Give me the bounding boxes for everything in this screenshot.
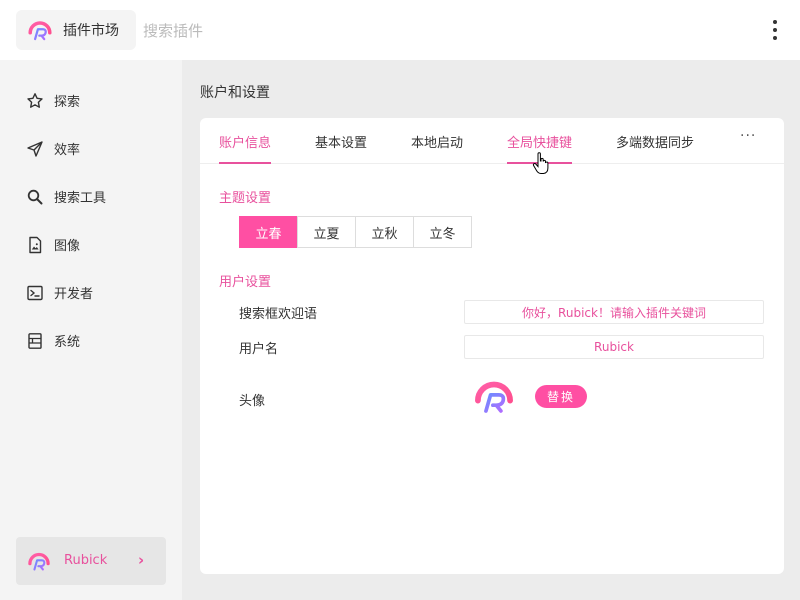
settings-card: 账户信息 基本设置 本地启动 全局快捷键 多端数据同步 ··· 主题设置 立春 …: [200, 118, 784, 574]
sidebar-item-label: 搜索工具: [54, 191, 107, 206]
chevron-right-icon: ›: [138, 551, 145, 569]
tab-account-info[interactable]: 账户信息: [219, 132, 272, 164]
plugin-market-label: 插件市场: [63, 23, 119, 39]
rubick-logo-icon: [26, 548, 52, 574]
system-icon: [28, 333, 42, 349]
sidebar-item-efficiency[interactable]: 效率: [0, 128, 182, 168]
username-label: 用户名: [239, 342, 279, 357]
theme-option-spring[interactable]: 立春: [239, 216, 298, 248]
welcome-text-label: 搜索框欢迎语: [239, 307, 318, 322]
welcome-text-input[interactable]: [464, 300, 764, 324]
replace-avatar-button[interactable]: 替换: [535, 385, 587, 408]
sidebar-item-developer[interactable]: 开发者: [0, 272, 182, 312]
theme-option-winter[interactable]: 立冬: [413, 216, 472, 248]
user-profile-card[interactable]: Rubick ›: [16, 537, 166, 585]
top-bar: 插件市场: [0, 0, 800, 60]
avatar: [468, 373, 520, 419]
tab-basic-settings[interactable]: 基本设置: [315, 132, 367, 164]
sidebar-item-search-tools[interactable]: 搜索工具: [0, 176, 182, 216]
sidebar-item-explore[interactable]: 探索: [0, 80, 182, 120]
theme-option-summer[interactable]: 立夏: [297, 216, 356, 248]
tab-bar: 账户信息 基本设置 本地启动 全局快捷键 多端数据同步 ···: [200, 118, 784, 164]
theme-section-title: 主题设置: [219, 191, 272, 206]
user-name: Rubick: [64, 553, 108, 568]
tabs-more-icon[interactable]: ···: [740, 128, 756, 144]
sidebar-item-label: 系统: [54, 335, 81, 350]
tab-global-shortcuts[interactable]: 全局快捷键: [507, 132, 573, 164]
search-icon: [27, 189, 43, 205]
star-icon: [27, 93, 43, 108]
theme-selector: 立春 立夏 立秋 立冬: [239, 216, 472, 248]
sidebar-item-label: 开发者: [54, 287, 94, 302]
avatar-label: 头像: [239, 394, 266, 409]
plugin-market-button[interactable]: 插件市场: [16, 10, 136, 50]
sidebar-item-label: 效率: [54, 143, 81, 158]
tab-multi-device-sync[interactable]: 多端数据同步: [616, 132, 694, 164]
sidebar-item-label: 探索: [54, 95, 81, 110]
terminal-icon: [27, 285, 43, 301]
send-icon: [27, 141, 43, 157]
search-plugin-input[interactable]: [143, 17, 703, 45]
sidebar-item-image[interactable]: 图像: [0, 224, 182, 264]
sidebar-item-system[interactable]: 系统: [0, 320, 182, 360]
sidebar-item-label: 图像: [54, 239, 81, 254]
image-file-icon: [29, 236, 42, 254]
sidebar: 探索 效率 搜索工具 图像 开发者 系统 Rubick ›: [0, 60, 182, 600]
theme-option-autumn[interactable]: 立秋: [355, 216, 414, 248]
rubick-logo-icon: [26, 16, 54, 44]
username-input[interactable]: [464, 335, 764, 359]
tab-local-startup[interactable]: 本地启动: [411, 132, 463, 164]
more-vertical-icon[interactable]: [764, 17, 786, 43]
page-title: 账户和设置: [200, 85, 270, 101]
user-settings-section-title: 用户设置: [219, 275, 272, 290]
